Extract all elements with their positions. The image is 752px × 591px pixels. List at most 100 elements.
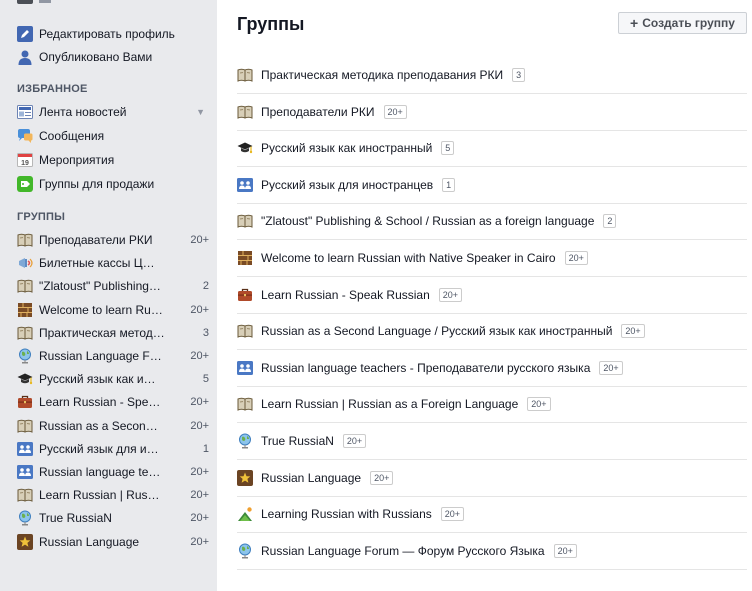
sidebar-group-item[interactable]: Русский язык для и… 1	[17, 439, 209, 459]
book-icon	[237, 396, 253, 412]
top-cut-item-text	[39, 0, 51, 3]
main-content: Группы + Создать группу Практическая мет…	[217, 0, 752, 591]
sidebar-group-item[interactable]: "Zlatoust" Publishing… 2	[17, 276, 209, 296]
group-people-icon	[237, 177, 253, 193]
book-icon	[17, 232, 33, 248]
group-row[interactable]: Russian language teachers - Преподавател…	[237, 350, 747, 387]
sidebar-group-count: 20+	[190, 512, 209, 525]
sidebar-news-feed[interactable]: Лента новостей ▼	[17, 102, 209, 122]
sidebar-group-item[interactable]: Билетные кассы Ц…	[17, 253, 209, 273]
sidebar-group-count: 20+	[190, 419, 209, 432]
create-group-button[interactable]: + Создать группу	[618, 12, 747, 34]
sidebar-group-item[interactable]: Learn Russian | Rus… 20+	[17, 485, 209, 505]
sidebar-edit-profile[interactable]: Редактировать профиль	[17, 24, 209, 44]
sidebar-group-item[interactable]: Learn Russian - Spe… 20+	[17, 392, 209, 412]
group-name-link[interactable]: Russian language teachers - Преподавател…	[261, 361, 590, 375]
group-row[interactable]: Русский язык для иностранцев 1	[237, 167, 747, 204]
top-cut-item	[17, 0, 33, 4]
megaphone-icon	[17, 255, 33, 271]
sidebar-group-count: 20+	[190, 466, 209, 478]
book-icon	[17, 418, 33, 434]
group-name-link[interactable]: Преподаватели РКИ	[261, 105, 375, 119]
sidebar-events[interactable]: 19 Мероприятия	[17, 150, 209, 170]
favorites-header: ИЗБРАННОЕ	[17, 83, 88, 95]
sidebar-group-label: True RussiaN	[39, 511, 112, 526]
group-row[interactable]: Welcome to learn Russian with Native Spe…	[237, 240, 747, 277]
sidebar-group-item[interactable]: Russian as a Secon… 20+	[17, 416, 209, 436]
group-name-link[interactable]: Welcome to learn Russian with Native Spe…	[261, 251, 556, 265]
chevron-down-icon[interactable]: ▼	[196, 102, 205, 122]
group-name-link[interactable]: Практическая методика преподавания РКИ	[261, 68, 503, 82]
group-row[interactable]: Russian as a Second Language / Русский я…	[237, 313, 747, 351]
group-row[interactable]: Практическая методика преподавания РКИ 3	[237, 57, 747, 94]
messages-icon	[17, 128, 33, 144]
briefcase-icon	[17, 394, 33, 410]
group-row[interactable]: Русский язык как иностранный 5	[237, 130, 747, 168]
group-badge: 20+	[383, 104, 407, 119]
globe-icon	[17, 348, 33, 364]
group-badge: 20+	[370, 470, 394, 485]
calendar-icon: 19	[17, 152, 33, 168]
sidebar-group-item[interactable]: Практическая метод… 3	[17, 323, 209, 343]
group-badge: 20+	[621, 324, 645, 339]
sidebar-group-label: Russian Language	[39, 534, 140, 549]
graduation-cap-icon	[237, 140, 253, 156]
group-row[interactable]: Russian Language Forum — Форум Русского …	[237, 533, 747, 570]
group-name-link[interactable]: Русский язык как иностранный	[261, 141, 432, 155]
sidebar-group-count: 1	[202, 442, 209, 455]
star-icon	[237, 469, 253, 486]
sidebar-group-item[interactable]: Russian Language F… 20+	[17, 346, 209, 366]
create-group-label: Создать группу	[642, 16, 735, 30]
group-row[interactable]: True RussiaN 20+	[237, 423, 747, 460]
group-name-link[interactable]: Learn Russian | Russian as a Foreign Lan…	[261, 397, 518, 411]
group-row[interactable]: "Zlatoust" Publishing & School / Russian…	[237, 203, 747, 241]
svg-text:19: 19	[21, 160, 29, 167]
group-row[interactable]: Learn Russian - Speak Russian 20+	[237, 277, 747, 314]
sidebar-group-item[interactable]: True RussiaN 20+	[17, 508, 209, 528]
group-row[interactable]: Learning Russian with Russians 20+	[237, 496, 747, 534]
sidebar-messages[interactable]: Сообщения	[17, 126, 209, 146]
sidebar-group-count: 20+	[190, 396, 209, 409]
book-icon	[237, 323, 253, 339]
sidebar-group-label: Russian Language F…	[39, 349, 162, 363]
group-name-link[interactable]: Russian Language Forum — Форум Русского …	[261, 544, 545, 558]
sidebar-group-label: Билетные кассы Ц…	[39, 256, 155, 271]
group-badge: 3	[512, 68, 526, 82]
sidebar-group-count: 3	[202, 326, 209, 339]
group-name-link[interactable]: Russian as a Second Language / Русский я…	[261, 324, 612, 338]
group-name-link[interactable]: Learning Russian with Russians	[261, 507, 432, 521]
group-badge: 2	[603, 214, 617, 229]
sidebar-group-item[interactable]: Russian language te… 20+	[17, 462, 209, 482]
book-icon	[17, 487, 33, 503]
group-badge: 1	[442, 177, 456, 192]
group-badge: 20+	[527, 397, 551, 412]
group-row[interactable]: Преподаватели РКИ 20+	[237, 94, 747, 131]
sidebar-group-label: Русский язык как и…	[39, 372, 156, 387]
sidebar-group-count: 20+	[190, 489, 209, 502]
group-badge: 20+	[599, 360, 623, 375]
sidebar-group-item[interactable]: Русский язык как и… 5	[17, 369, 209, 389]
sidebar-group-label: Практическая метод…	[39, 325, 165, 340]
group-badge: 5	[441, 141, 455, 156]
star-icon	[17, 533, 33, 550]
group-name-link[interactable]: "Zlatoust" Publishing & School / Russian…	[261, 214, 594, 228]
group-people-icon	[17, 441, 33, 457]
sidebar-sale-groups[interactable]: Группы для продажи	[17, 174, 209, 194]
briefcase-icon	[237, 287, 253, 303]
sidebar-group-item[interactable]: Welcome to learn Ru… 20+	[17, 300, 209, 320]
sidebar-group-count: 20+	[190, 535, 209, 548]
sidebar-published-by-you[interactable]: Опубликовано Вами	[17, 47, 209, 67]
group-name-link[interactable]: True RussiaN	[261, 434, 334, 448]
sidebar-group-item[interactable]: Преподаватели РКИ 20+	[17, 230, 209, 250]
group-name-link[interactable]: Learn Russian - Speak Russian	[261, 288, 430, 302]
group-name-link[interactable]: Русский язык для иностранцев	[261, 178, 433, 192]
group-badge: 20+	[438, 287, 463, 302]
group-badge: 20+	[440, 507, 465, 522]
sidebar-group-label: Russian language te…	[39, 465, 161, 479]
group-name-link[interactable]: Russian Language	[261, 471, 361, 485]
sidebar-group-label: Welcome to learn Ru…	[39, 302, 163, 317]
group-row[interactable]: Learn Russian | Russian as a Foreign Lan…	[237, 386, 747, 424]
sidebar-group-item[interactable]: Russian Language 20+	[17, 532, 209, 552]
group-badge: 20+	[564, 251, 588, 265]
group-row[interactable]: Russian Language 20+	[237, 460, 747, 497]
